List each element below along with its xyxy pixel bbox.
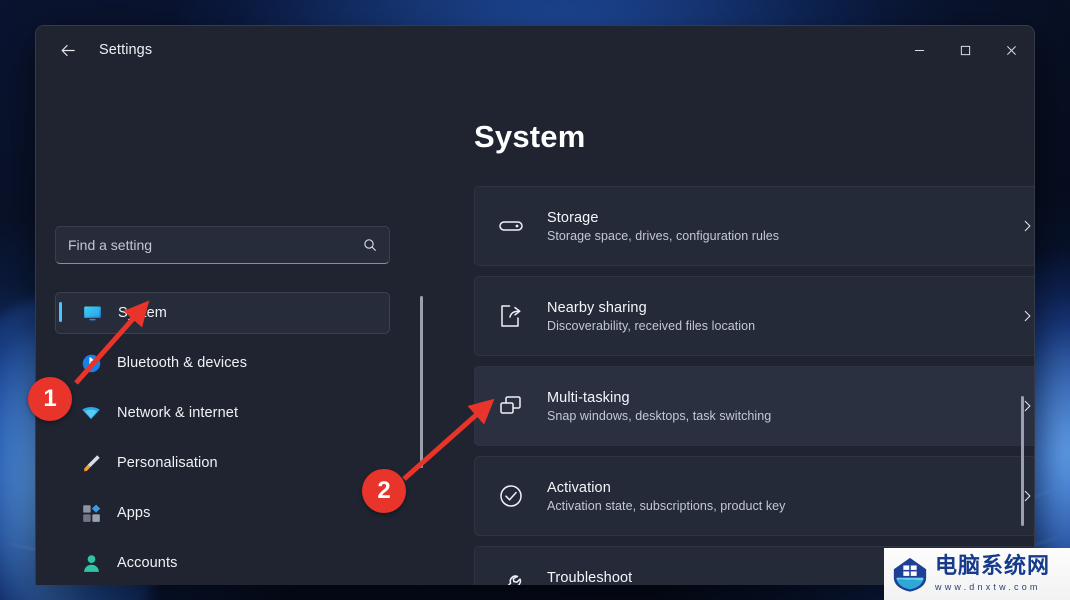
desktop-wallpaper: Settings Find a setting System Bluetooth… xyxy=(0,0,1070,600)
sidebar-item-label: System xyxy=(118,305,167,321)
main-content: System Storage Storage space, drives, co… xyxy=(406,74,1034,585)
card-text: Storage Storage space, drives, configura… xyxy=(547,210,999,243)
page-title: System xyxy=(474,119,586,154)
card-title: Nearby sharing xyxy=(547,299,647,316)
back-arrow-icon xyxy=(61,44,75,56)
bluetooth-icon xyxy=(73,353,109,374)
annotation-marker-1: 1 xyxy=(28,377,72,421)
house-logo-icon xyxy=(891,555,929,593)
sidebar-item-label: Accounts xyxy=(117,555,178,571)
card-title: Storage xyxy=(547,209,599,226)
sidebar-item-network-internet[interactable]: Network & internet xyxy=(55,392,390,434)
card-multi-tasking[interactable]: Multi-tasking Snap windows, desktops, ta… xyxy=(474,366,1034,446)
sidebar-item-accounts[interactable]: Accounts xyxy=(55,542,390,584)
card-subtitle: Storage space, drives, configuration rul… xyxy=(547,228,780,243)
sidebar-item-label: Network & internet xyxy=(117,405,239,421)
apps-icon xyxy=(73,503,109,524)
settings-card-list: Storage Storage space, drives, configura… xyxy=(474,186,1034,585)
watermark-brand: 电脑系统网 xyxy=(935,554,1051,579)
minimize-icon xyxy=(914,49,924,51)
check-circle-icon xyxy=(475,482,547,510)
person-icon xyxy=(73,553,109,574)
wifi-icon xyxy=(73,402,109,424)
maximize-button[interactable] xyxy=(942,26,988,74)
search-icon[interactable] xyxy=(351,237,389,253)
minimize-button[interactable] xyxy=(896,26,942,74)
watermark-url: www.dnxtw.com xyxy=(935,582,1041,592)
search-input[interactable] xyxy=(56,227,351,263)
close-button[interactable] xyxy=(988,26,1034,74)
sidebar-item-apps[interactable]: Apps xyxy=(55,492,390,534)
sidebar-item-personalisation[interactable]: Personalisation xyxy=(55,442,390,484)
main-scrollbar[interactable] xyxy=(1021,396,1024,526)
monitor-icon xyxy=(74,303,110,324)
window-controls xyxy=(896,26,1034,74)
card-nearby-sharing[interactable]: Nearby sharing Discoverability, received… xyxy=(474,276,1034,356)
wrench-icon xyxy=(475,572,547,585)
card-storage[interactable]: Storage Storage space, drives, configura… xyxy=(474,186,1034,266)
card-text: Activation Activation state, subscriptio… xyxy=(547,480,999,513)
window-title: Settings xyxy=(99,42,153,58)
chevron-right-icon[interactable] xyxy=(999,489,1034,503)
annotation-marker-2: 2 xyxy=(362,469,406,513)
chevron-right-icon[interactable] xyxy=(999,219,1034,233)
card-subtitle: Discoverability, received files location xyxy=(547,318,756,333)
close-icon xyxy=(1006,45,1016,55)
sidebar-item-system[interactable]: System xyxy=(55,292,390,334)
hard-drive-icon xyxy=(475,212,547,240)
sidebar-item-label: Bluetooth & devices xyxy=(117,355,248,371)
card-title: Activation xyxy=(547,479,611,496)
sidebar-item-bluetooth-devices[interactable]: Bluetooth & devices xyxy=(55,342,390,384)
maximize-icon xyxy=(960,45,970,55)
window-body: System Bluetooth & devices xyxy=(36,74,1034,585)
sidebar: System Bluetooth & devices xyxy=(36,74,423,585)
back-button[interactable] xyxy=(51,35,85,65)
card-activation[interactable]: Activation Activation state, subscriptio… xyxy=(474,456,1034,536)
watermark-text: 电脑系统网 www.dnxtw.com xyxy=(935,554,1051,593)
watermark: 电脑系统网 www.dnxtw.com xyxy=(884,548,1070,600)
title-bar: Settings xyxy=(36,26,1034,74)
card-subtitle: Activation state, subscriptions, product… xyxy=(547,498,786,513)
card-title: Multi-tasking xyxy=(547,389,630,406)
settings-window: Settings Find a setting System Bluetooth… xyxy=(35,25,1035,585)
search-box[interactable] xyxy=(55,226,390,264)
sidebar-nav-list: System Bluetooth & devices Network & int… xyxy=(55,292,390,585)
chevron-right-icon[interactable] xyxy=(999,309,1034,323)
card-text: Nearby sharing Discoverability, received… xyxy=(547,300,999,333)
chevron-right-icon[interactable] xyxy=(999,399,1034,413)
paintbrush-icon xyxy=(73,453,109,474)
sidebar-item-label: Personalisation xyxy=(117,455,218,471)
card-subtitle: Snap windows, desktops, task switching xyxy=(547,408,772,423)
multitasking-icon xyxy=(475,392,547,420)
share-icon xyxy=(475,302,547,330)
card-text: Multi-tasking Snap windows, desktops, ta… xyxy=(547,390,999,423)
sidebar-item-label: Apps xyxy=(117,505,151,521)
